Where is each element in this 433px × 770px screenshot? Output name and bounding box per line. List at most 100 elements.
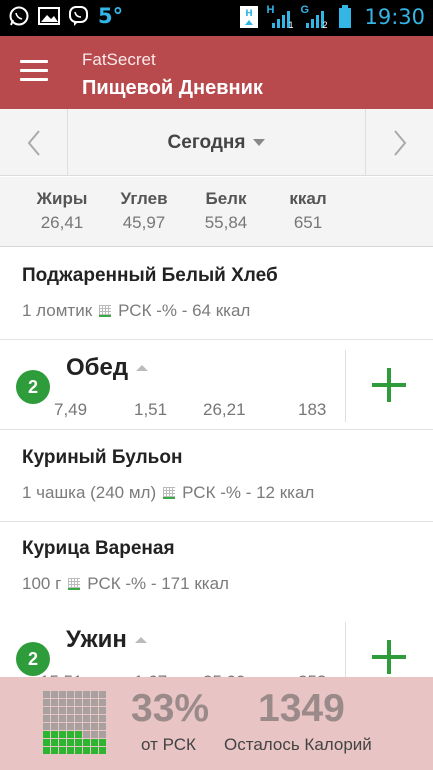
remaining-calories: 1349 — [258, 687, 345, 730]
food-name: Поджаренный Белый Хлеб — [22, 265, 278, 286]
gauge-cell — [67, 691, 74, 698]
page-title: Пищевой Дневник — [82, 77, 263, 99]
totals-fat: Жиры 26,41 — [22, 189, 102, 233]
gauge-cell — [43, 691, 50, 698]
chevron-left-icon — [27, 129, 40, 156]
meal-header-lunch[interactable]: 2 Обед 7,49 1,51 26,21 183 — [0, 340, 433, 430]
battery-icon — [334, 5, 356, 28]
totals-header: Белк — [205, 189, 247, 208]
gauge-cell — [75, 691, 82, 698]
food-rdi-kcal: РСК -% - 12 ккал — [182, 483, 315, 502]
gauge-cell — [75, 707, 82, 714]
gauge-cell — [59, 699, 66, 706]
gauge-cell — [91, 731, 98, 738]
menu-icon[interactable] — [20, 60, 48, 82]
gauge-cell — [43, 739, 50, 746]
app-header: FatSecret Пищевой Дневник — [0, 36, 433, 109]
gauge-cell — [75, 723, 82, 730]
totals-header: Углев — [120, 189, 168, 208]
food-portion: 1 ломтик — [22, 301, 93, 320]
meal-name: Обед — [66, 354, 129, 381]
gauge-cell — [83, 699, 90, 706]
add-food-button[interactable] — [372, 640, 406, 674]
collapse-caret-icon[interactable] — [136, 365, 149, 371]
meal-carbs: 1,51 — [134, 400, 168, 419]
clock-text: 19:30 — [364, 5, 425, 29]
signal-sim1-icon: H 1 — [266, 4, 294, 30]
viber-icon — [68, 5, 90, 27]
meal-count-badge: 2 — [16, 370, 50, 404]
gauge-cell — [91, 747, 98, 754]
food-details: 100 г РСК -% - 171 ккал — [22, 574, 229, 594]
meal-kcal: 183 — [298, 400, 327, 419]
gauge-cell — [99, 715, 106, 722]
date-navigation: Сегодня — [0, 109, 433, 176]
rdi-grid-icon — [68, 578, 81, 590]
food-item-toast[interactable]: Поджаренный Белый Хлеб 1 ломтик РСК -% -… — [0, 249, 433, 340]
food-name: Курица Вареная — [22, 538, 175, 559]
gauge-cell — [59, 707, 66, 714]
gauge-cell — [59, 723, 66, 730]
gauge-cell — [99, 723, 106, 730]
gauge-cell — [59, 715, 66, 722]
date-selector[interactable]: Сегодня — [68, 109, 365, 176]
gauge-cell — [99, 739, 106, 746]
totals-value: 651 — [293, 213, 323, 232]
gauge-cell — [75, 739, 82, 746]
gauge-cell — [99, 699, 106, 706]
gauge-cell — [83, 731, 90, 738]
gauge-cell — [43, 699, 50, 706]
food-item-broth[interactable]: Куриный Бульон 1 чашка (240 мл) РСК -% -… — [0, 431, 433, 522]
totals-header: ккал — [289, 189, 327, 208]
svg-text:H: H — [246, 9, 254, 19]
meal-title: Обед — [66, 354, 149, 382]
totals-value: 45,97 — [122, 213, 166, 232]
gauge-cell — [91, 699, 98, 706]
gauge-cell — [51, 747, 58, 754]
gauge-cell — [43, 723, 50, 730]
gauge-cell — [59, 691, 66, 698]
food-rdi-kcal: РСК -% - 171 ккал — [87, 574, 229, 593]
signal-sim2-icon: G 2 — [300, 4, 328, 30]
gauge-cell — [51, 731, 58, 738]
meal-title: Ужин — [66, 626, 147, 654]
remaining-calories-label: Осталось Калорий — [224, 735, 372, 754]
previous-day-button[interactable] — [0, 109, 68, 176]
collapse-caret-icon[interactable] — [134, 637, 147, 643]
rdi-percent: 33% — [131, 687, 210, 730]
totals-protein: Белк 55,84 — [186, 189, 266, 233]
sim-2-label: 2 — [322, 20, 328, 30]
food-item-chicken[interactable]: Курица Вареная 100 г РСК -% - 171 ккал — [0, 522, 433, 613]
rdi-label: от РСК — [141, 735, 196, 754]
food-portion: 1 чашка (240 мл) — [22, 483, 157, 502]
gauge-cell — [91, 739, 98, 746]
rdi-grid-icon — [163, 487, 176, 499]
whatsapp-icon — [8, 5, 30, 27]
gauge-cell — [99, 691, 106, 698]
gauge-cell — [83, 747, 90, 754]
gauge-cell — [75, 715, 82, 722]
gauge-cell — [51, 715, 58, 722]
sim-1-label: 1 — [288, 20, 294, 30]
add-food-button[interactable] — [372, 368, 406, 402]
gallery-icon — [38, 5, 60, 27]
gauge-cell — [91, 691, 98, 698]
gauge-cell — [51, 739, 58, 746]
gauge-cell — [99, 731, 106, 738]
gauge-cell — [51, 699, 58, 706]
gauge-cell — [83, 707, 90, 714]
gauge-cell — [43, 715, 50, 722]
date-label: Сегодня — [167, 131, 246, 153]
totals-carbs: Углев 45,97 — [104, 189, 184, 233]
gauge-cell — [59, 739, 66, 746]
food-details: 1 чашка (240 мл) РСК -% - 12 ккал — [22, 483, 314, 503]
food-details: 1 ломтик РСК -% - 64 ккал — [22, 301, 250, 321]
gauge-cell — [67, 699, 74, 706]
totals-header: Жиры — [36, 189, 88, 208]
gauge-cell — [83, 691, 90, 698]
gauge-cell — [99, 747, 106, 754]
gauge-cell — [75, 731, 82, 738]
gauge-cell — [51, 707, 58, 714]
status-bar: 5° H H 1 G 2 19:30 — [0, 0, 433, 36]
next-day-button[interactable] — [365, 109, 433, 176]
